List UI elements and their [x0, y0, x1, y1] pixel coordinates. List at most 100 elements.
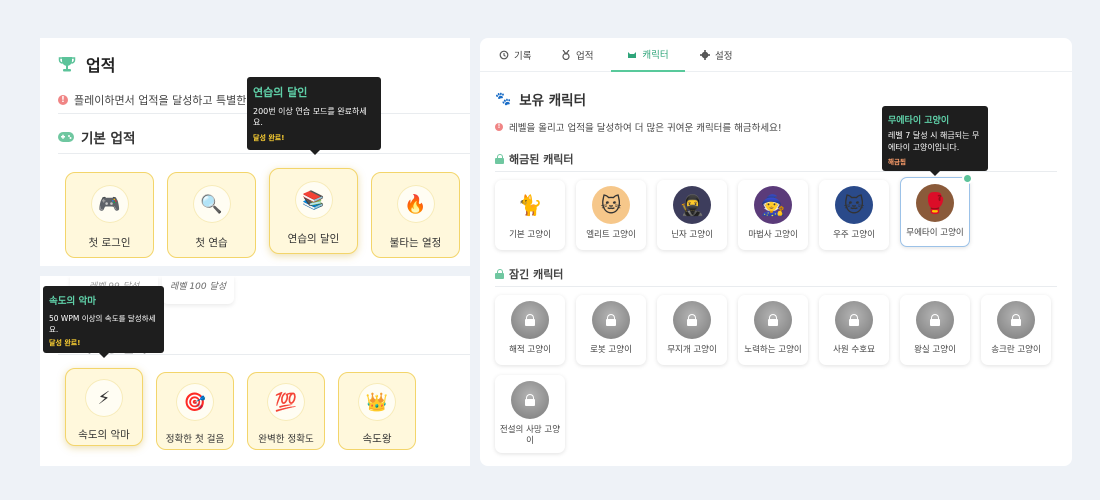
unlocked-section-title: 해금된 캐릭터 — [509, 153, 574, 166]
character-card[interactable]: 🥷 닌자 고양이 — [657, 180, 727, 250]
locked-character-card[interactable]: 왕실 고양이 — [900, 295, 970, 365]
lock-icon — [605, 314, 617, 326]
character-tooltip: 무에타이 고양이 레벨 7 달성 시 해금되는 무에타이 고양이입니다. 해금됨 — [882, 106, 988, 176]
tab-label: 캐릭터 — [642, 50, 669, 61]
character-name: 사원 수호묘 — [833, 345, 875, 355]
tab-settings[interactable]: 설정 — [700, 38, 732, 72]
tooltip-description: 200번 이상 연습 모드를 완료하세요. — [253, 107, 367, 127]
tab-label: 업적 — [576, 51, 594, 62]
crown-icon: 👑 — [358, 383, 396, 421]
level-100-label: 레벨 100 달성 — [169, 282, 227, 292]
achievement-perfect-accuracy[interactable]: 💯 완벽한 정확도 — [247, 372, 325, 450]
achievement-accurate-first-step[interactable]: 🎯 정확한 첫 걸음 — [156, 372, 234, 450]
locked-avatar — [916, 301, 954, 339]
characters-notice: ! 레벨을 올리고 업적을 달성하여 더 많은 귀여운 캐릭터를 해금하세요! — [495, 120, 782, 134]
books-icon: 📚 — [294, 181, 333, 219]
locked-character-card[interactable]: 노력하는 고양이 — [738, 295, 808, 365]
lock-icon — [495, 269, 504, 279]
trophy-icon — [58, 57, 76, 72]
achievement-practice-master[interactable]: 📚 연습의 달인 — [269, 168, 358, 254]
character-name: 마법사 고양이 — [748, 230, 798, 240]
character-name: 기본 고양이 — [509, 230, 551, 240]
locked-character-card[interactable]: 송크란 고양이 — [981, 295, 1051, 365]
basic-section-header: 기본 업적 — [58, 127, 135, 147]
locked-character-card[interactable]: 해적 고양이 — [495, 295, 565, 365]
paw-icon: 🐾 — [495, 91, 512, 107]
lightning-icon: ⚡ — [85, 379, 123, 417]
achievement-label: 속도의 악마 — [78, 429, 130, 441]
locked-avatar — [835, 301, 873, 339]
page-title: 업적 — [86, 56, 116, 75]
medal-icon — [562, 50, 570, 60]
basic-section-title: 기본 업적 — [81, 131, 136, 147]
level-100-card: 레벨 100 달성 — [162, 276, 234, 304]
locked-character-card[interactable]: 사원 수호묘 — [819, 295, 889, 365]
tab-characters[interactable]: 캐릭터 — [611, 38, 685, 72]
tooltip-title: 무에타이 고양이 — [888, 116, 950, 126]
tab-achievements[interactable]: 업적 — [561, 38, 593, 72]
character-name: 왕실 고양이 — [914, 345, 956, 355]
character-name: 전설의 사망 고양이 — [499, 425, 561, 446]
achievement-speed-demon[interactable]: ⚡ 속도의 악마 — [65, 368, 143, 446]
selected-check-icon — [962, 173, 973, 184]
tooltip-title: 연습의 달인 — [253, 86, 308, 99]
character-name: 닌자 고양이 — [671, 230, 713, 240]
achievement-first-practice[interactable]: 🔍 첫 연습 — [167, 172, 256, 258]
achievement-first-login[interactable]: 🎮 첫 로그인 — [65, 172, 154, 258]
locked-avatar — [511, 381, 549, 419]
characters-title: 보유 캐릭터 — [519, 93, 586, 109]
tab-bar: 기록 업적 캐릭터 설정 — [480, 38, 1072, 72]
achievement-speed-king[interactable]: 👑 속도왕 — [338, 372, 416, 450]
character-avatar: 🐱 — [835, 186, 873, 224]
locked-character-card[interactable]: 로봇 고양이 — [576, 295, 646, 365]
tooltip-status: 달성 완료! — [49, 339, 81, 347]
locked-character-card[interactable]: 무지개 고양이 — [657, 295, 727, 365]
character-avatar: 🐈 — [511, 186, 549, 224]
locked-character-card[interactable]: 전설의 사망 고양이 — [495, 375, 565, 453]
character-card[interactable]: 🧙 마법사 고양이 — [738, 180, 808, 250]
tab-label: 설정 — [715, 51, 733, 62]
character-card[interactable]: 🐈 기본 고양이 — [495, 180, 565, 250]
character-name: 엘리트 고양이 — [586, 230, 636, 240]
character-name: 해적 고양이 — [509, 345, 551, 355]
character-avatar: 🐱 — [592, 186, 630, 224]
tooltip-status: 해금됨 — [888, 158, 906, 166]
achievement-label: 속도왕 — [362, 433, 392, 445]
info-icon: ! — [495, 123, 503, 131]
tab-history[interactable]: 기록 — [499, 38, 531, 72]
history-icon — [499, 50, 509, 60]
lock-icon — [767, 314, 779, 326]
achievement-tooltip: 속도의 악마 50 WPM 이상의 속도를 달성하세요. 달성 완료! — [43, 286, 164, 358]
achievements-panel: 업적 ! 플레이하면서 업적을 달성하고 특별한 보상을 받아보세요! 기본 업… — [40, 38, 470, 266]
character-avatar: 🥊 — [916, 184, 954, 222]
achievement-tooltip: 연습의 달인 200번 이상 연습 모드를 완료하세요. 달성 완료! — [247, 77, 381, 155]
lock-icon — [524, 394, 536, 406]
achievements-header: 업적 — [58, 52, 115, 76]
lock-icon — [1010, 314, 1022, 326]
character-name: 무에타이 고양이 — [906, 228, 964, 238]
tooltip-status: 달성 완료! — [253, 134, 285, 142]
fire-icon: 🔥 — [396, 185, 435, 223]
character-name: 무지개 고양이 — [667, 345, 717, 355]
locked-avatar — [511, 301, 549, 339]
character-card[interactable]: 🐱 엘리트 고양이 — [576, 180, 646, 250]
cat-icon — [628, 52, 637, 58]
character-avatar: 🥷 — [673, 186, 711, 224]
character-card[interactable]: 🐱 우주 고양이 — [819, 180, 889, 250]
character-card-selected[interactable]: 🥊 무에타이 고양이 — [900, 177, 970, 247]
achievement-label: 연습의 달인 — [287, 233, 340, 245]
gamepad-icon — [58, 132, 74, 142]
characters-header: 🐾 보유 캐릭터 — [495, 89, 586, 110]
info-icon: ! — [58, 95, 68, 105]
character-avatar: 🧙 — [754, 186, 792, 224]
tooltip-description: 50 WPM 이상의 속도를 달성하세요. — [49, 314, 156, 334]
lock-icon — [929, 314, 941, 326]
tooltip-title: 속도의 악마 — [49, 296, 97, 307]
lock-icon — [686, 314, 698, 326]
locked-avatar — [997, 301, 1035, 339]
character-name: 송크란 고양이 — [991, 345, 1041, 355]
hundred-icon: 💯 — [267, 383, 305, 421]
typing-achievements-panel: 레벨 99 달성 레벨 100 달성 타이핑 업적 ⚡ 속도의 악마 🎯 정확한… — [40, 276, 470, 466]
locked-avatar — [754, 301, 792, 339]
achievement-burning-passion[interactable]: 🔥 불타는 열정 — [371, 172, 460, 258]
